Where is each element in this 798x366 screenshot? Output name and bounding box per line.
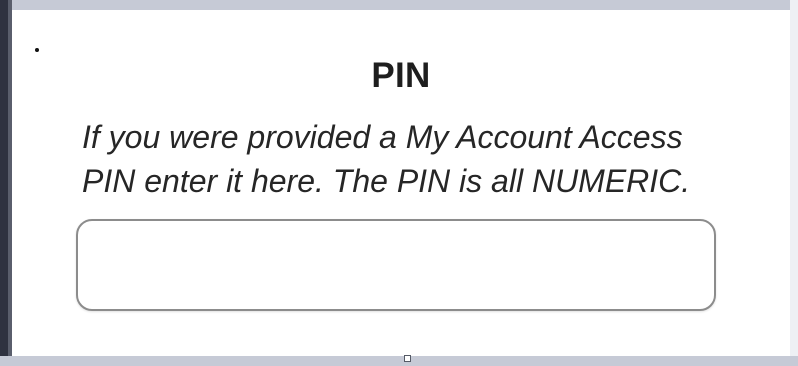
bullet-marker — [35, 48, 39, 52]
pin-form-panel: PIN If you were provided a My Account Ac… — [12, 10, 790, 356]
resize-handle[interactable] — [404, 355, 411, 362]
pin-description: If you were provided a My Account Access… — [82, 115, 762, 203]
window-frame-right — [790, 0, 798, 366]
pin-input[interactable] — [76, 219, 716, 311]
window-frame-left — [0, 0, 12, 366]
pin-title: PIN — [371, 56, 431, 95]
pin-description-line-2: PIN enter it here. The PIN is all NUMERI… — [82, 163, 691, 199]
window-frame-top — [0, 0, 798, 10]
pin-description-line-1: If you were provided a My Account Access — [82, 119, 683, 155]
window-frame-bottom — [0, 356, 798, 366]
